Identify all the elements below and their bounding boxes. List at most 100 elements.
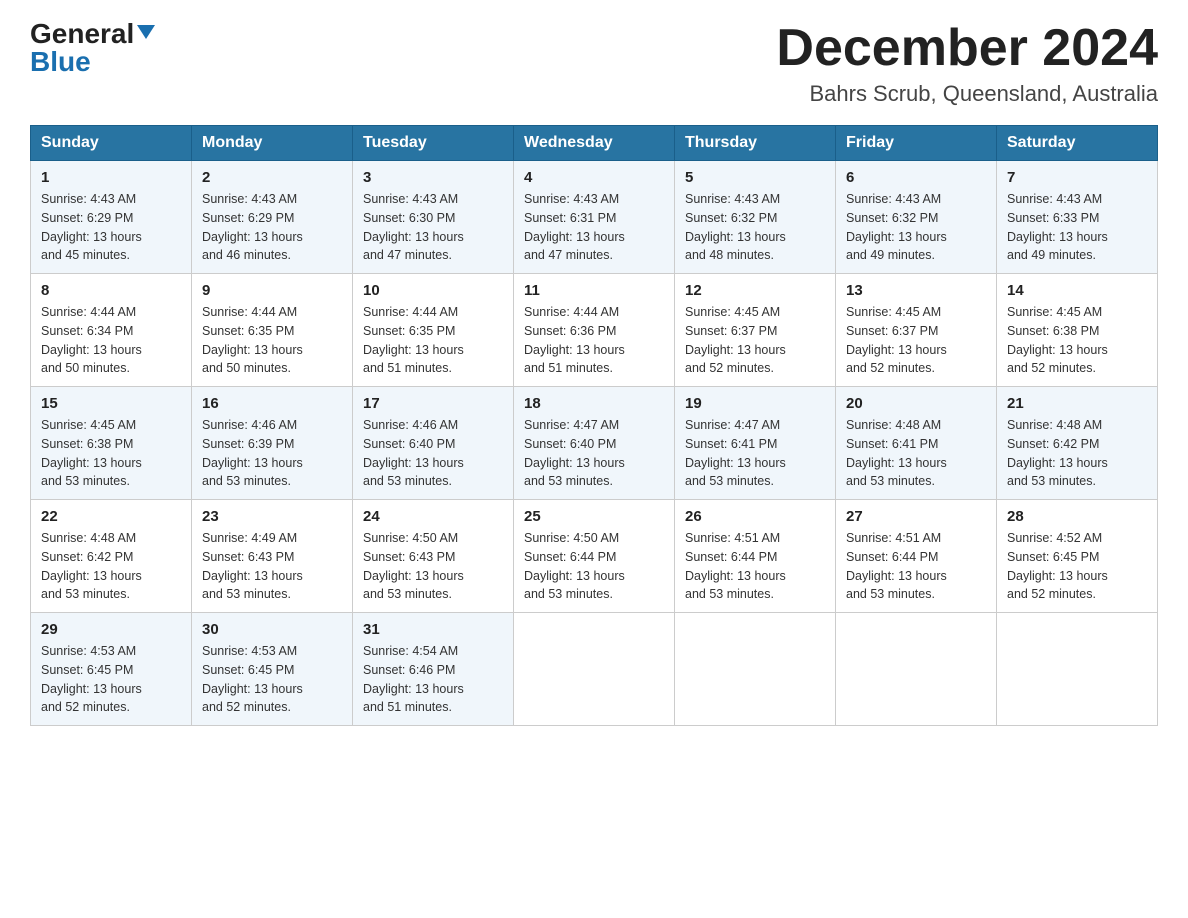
calendar-week-row: 22 Sunrise: 4:48 AMSunset: 6:42 PMDayligh…	[31, 500, 1158, 613]
day-number: 20	[846, 395, 986, 412]
empty-cell	[514, 613, 675, 726]
weekday-header-row: SundayMondayTuesdayWednesdayThursdayFrid…	[31, 126, 1158, 161]
day-number: 21	[1007, 395, 1147, 412]
day-number: 5	[685, 169, 825, 186]
calendar-day-cell: 8 Sunrise: 4:44 AMSunset: 6:34 PMDaylight…	[31, 274, 192, 387]
day-number: 8	[41, 282, 181, 299]
empty-cell	[997, 613, 1158, 726]
calendar-week-row: 15 Sunrise: 4:45 AMSunset: 6:38 PMDayligh…	[31, 387, 1158, 500]
day-info: Sunrise: 4:48 AMSunset: 6:41 PMDaylight:…	[846, 416, 986, 491]
day-number: 19	[685, 395, 825, 412]
calendar-day-cell: 2 Sunrise: 4:43 AMSunset: 6:29 PMDaylight…	[192, 161, 353, 274]
day-info: Sunrise: 4:51 AMSunset: 6:44 PMDaylight:…	[685, 529, 825, 604]
empty-cell	[675, 613, 836, 726]
day-number: 6	[846, 169, 986, 186]
calendar-day-cell: 3Sunrise: 4:43 AMSunset: 6:30 PMDaylight…	[353, 161, 514, 274]
day-number: 7	[1007, 169, 1147, 186]
calendar-day-cell: 19Sunrise: 4:47 AMSunset: 6:41 PMDayligh…	[675, 387, 836, 500]
day-info: Sunrise: 4:43 AMSunset: 6:29 PMDaylight:…	[41, 190, 181, 265]
day-number: 29	[41, 621, 181, 638]
calendar-day-cell: 15 Sunrise: 4:45 AMSunset: 6:38 PMDayligh…	[31, 387, 192, 500]
calendar-day-cell: 13Sunrise: 4:45 AMSunset: 6:37 PMDayligh…	[836, 274, 997, 387]
calendar-day-cell: 1 Sunrise: 4:43 AMSunset: 6:29 PMDaylight…	[31, 161, 192, 274]
day-number: 14	[1007, 282, 1147, 299]
calendar-day-cell: 27 Sunrise: 4:51 AMSunset: 6:44 PMDayligh…	[836, 500, 997, 613]
day-number: 24	[363, 508, 503, 525]
weekday-header-tuesday: Tuesday	[353, 126, 514, 161]
day-number: 2	[202, 169, 342, 186]
day-number: 18	[524, 395, 664, 412]
day-number: 13	[846, 282, 986, 299]
calendar-week-row: 1 Sunrise: 4:43 AMSunset: 6:29 PMDaylight…	[31, 161, 1158, 274]
day-info: Sunrise: 4:44 AMSunset: 6:34 PMDaylight:…	[41, 303, 181, 378]
calendar-day-cell: 18 Sunrise: 4:47 AMSunset: 6:40 PMDayligh…	[514, 387, 675, 500]
day-info: Sunrise: 4:45 AMSunset: 6:38 PMDaylight:…	[41, 416, 181, 491]
weekday-header-sunday: Sunday	[31, 126, 192, 161]
day-info: Sunrise: 4:48 AMSunset: 6:42 PMDaylight:…	[41, 529, 181, 604]
calendar-day-cell: 23Sunrise: 4:49 AMSunset: 6:43 PMDayligh…	[192, 500, 353, 613]
calendar-day-cell: 4 Sunrise: 4:43 AMSunset: 6:31 PMDaylight…	[514, 161, 675, 274]
day-info: Sunrise: 4:51 AMSunset: 6:44 PMDaylight:…	[846, 529, 986, 604]
calendar-day-cell: 28Sunrise: 4:52 AMSunset: 6:45 PMDayligh…	[997, 500, 1158, 613]
calendar-week-row: 29 Sunrise: 4:53 AMSunset: 6:45 PMDayligh…	[31, 613, 1158, 726]
calendar-day-cell: 7 Sunrise: 4:43 AMSunset: 6:33 PMDaylight…	[997, 161, 1158, 274]
calendar-day-cell: 12Sunrise: 4:45 AMSunset: 6:37 PMDayligh…	[675, 274, 836, 387]
logo-general: General	[30, 20, 134, 48]
day-info: Sunrise: 4:47 AMSunset: 6:40 PMDaylight:…	[524, 416, 664, 491]
day-number: 26	[685, 508, 825, 525]
day-number: 15	[41, 395, 181, 412]
day-number: 23	[202, 508, 342, 525]
day-info: Sunrise: 4:50 AMSunset: 6:44 PMDaylight:…	[524, 529, 664, 604]
day-info: Sunrise: 4:43 AMSunset: 6:31 PMDaylight:…	[524, 190, 664, 265]
day-info: Sunrise: 4:48 AMSunset: 6:42 PMDaylight:…	[1007, 416, 1147, 491]
day-number: 1	[41, 169, 181, 186]
day-number: 16	[202, 395, 342, 412]
day-info: Sunrise: 4:46 AMSunset: 6:40 PMDaylight:…	[363, 416, 503, 491]
logo: General Blue	[30, 20, 155, 76]
day-number: 27	[846, 508, 986, 525]
weekday-header-friday: Friday	[836, 126, 997, 161]
calendar-day-cell: 31 Sunrise: 4:54 AMSunset: 6:46 PMDayligh…	[353, 613, 514, 726]
day-info: Sunrise: 4:44 AMSunset: 6:36 PMDaylight:…	[524, 303, 664, 378]
day-info: Sunrise: 4:46 AMSunset: 6:39 PMDaylight:…	[202, 416, 342, 491]
day-number: 25	[524, 508, 664, 525]
day-number: 4	[524, 169, 664, 186]
page-title: December 2024	[776, 20, 1158, 77]
calendar-day-cell: 20 Sunrise: 4:48 AMSunset: 6:41 PMDayligh…	[836, 387, 997, 500]
calendar-day-cell: 9 Sunrise: 4:44 AMSunset: 6:35 PMDaylight…	[192, 274, 353, 387]
calendar-day-cell: 11 Sunrise: 4:44 AMSunset: 6:36 PMDayligh…	[514, 274, 675, 387]
day-info: Sunrise: 4:54 AMSunset: 6:46 PMDaylight:…	[363, 642, 503, 717]
calendar-day-cell: 14 Sunrise: 4:45 AMSunset: 6:38 PMDayligh…	[997, 274, 1158, 387]
calendar-day-cell: 22 Sunrise: 4:48 AMSunset: 6:42 PMDayligh…	[31, 500, 192, 613]
day-number: 31	[363, 621, 503, 638]
weekday-header-wednesday: Wednesday	[514, 126, 675, 161]
day-number: 22	[41, 508, 181, 525]
day-info: Sunrise: 4:43 AMSunset: 6:30 PMDaylight:…	[363, 190, 503, 265]
day-info: Sunrise: 4:43 AMSunset: 6:29 PMDaylight:…	[202, 190, 342, 265]
day-number: 17	[363, 395, 503, 412]
day-number: 10	[363, 282, 503, 299]
day-number: 12	[685, 282, 825, 299]
day-number: 9	[202, 282, 342, 299]
day-info: Sunrise: 4:45 AMSunset: 6:38 PMDaylight:…	[1007, 303, 1147, 378]
calendar-day-cell: 29 Sunrise: 4:53 AMSunset: 6:45 PMDayligh…	[31, 613, 192, 726]
day-number: 30	[202, 621, 342, 638]
day-info: Sunrise: 4:44 AMSunset: 6:35 PMDaylight:…	[202, 303, 342, 378]
day-number: 11	[524, 282, 664, 299]
day-info: Sunrise: 4:53 AMSunset: 6:45 PMDaylight:…	[202, 642, 342, 717]
day-info: Sunrise: 4:43 AMSunset: 6:33 PMDaylight:…	[1007, 190, 1147, 265]
title-block: December 2024 Bahrs Scrub, Queensland, A…	[776, 20, 1158, 107]
calendar-day-cell: 10Sunrise: 4:44 AMSunset: 6:35 PMDayligh…	[353, 274, 514, 387]
day-info: Sunrise: 4:43 AMSunset: 6:32 PMDaylight:…	[685, 190, 825, 265]
calendar-week-row: 8 Sunrise: 4:44 AMSunset: 6:34 PMDaylight…	[31, 274, 1158, 387]
logo-blue: Blue	[30, 46, 91, 77]
day-info: Sunrise: 4:53 AMSunset: 6:45 PMDaylight:…	[41, 642, 181, 717]
day-info: Sunrise: 4:52 AMSunset: 6:45 PMDaylight:…	[1007, 529, 1147, 604]
day-info: Sunrise: 4:50 AMSunset: 6:43 PMDaylight:…	[363, 529, 503, 604]
calendar-day-cell: 30 Sunrise: 4:53 AMSunset: 6:45 PMDayligh…	[192, 613, 353, 726]
weekday-header-thursday: Thursday	[675, 126, 836, 161]
weekday-header-saturday: Saturday	[997, 126, 1158, 161]
weekday-header-monday: Monday	[192, 126, 353, 161]
page-location: Bahrs Scrub, Queensland, Australia	[776, 81, 1158, 107]
calendar-day-cell: 5 Sunrise: 4:43 AMSunset: 6:32 PMDaylight…	[675, 161, 836, 274]
